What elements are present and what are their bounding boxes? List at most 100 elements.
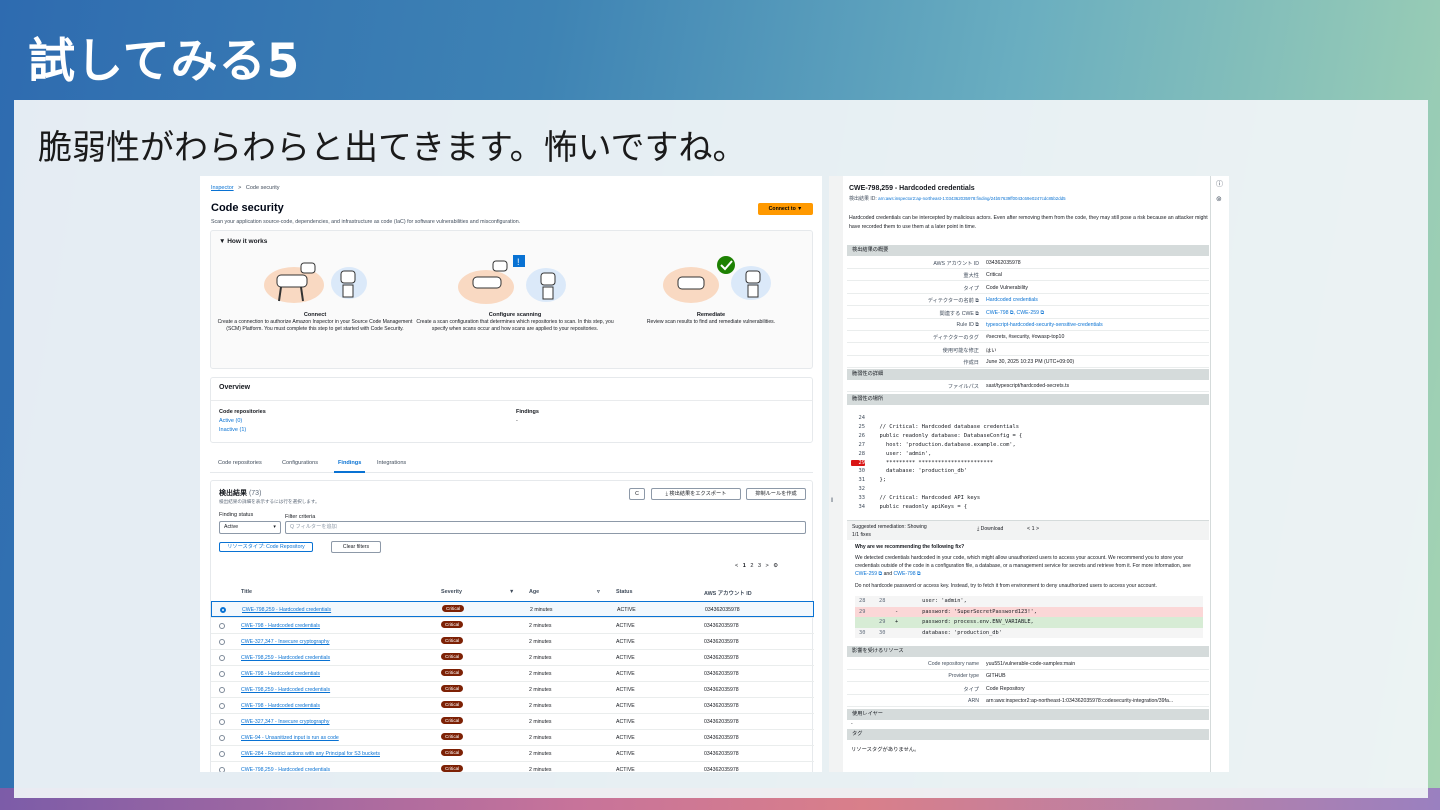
row-select-radio[interactable] [219, 719, 225, 725]
tab-configurations[interactable]: Configurations [282, 460, 318, 466]
step-remediate-title: Remediate [696, 312, 726, 318]
table-row[interactable]: CWE-284 - Restrict actions with any Prin… [211, 745, 814, 761]
sort-icon[interactable]: ▿ [597, 589, 600, 595]
export-findings-button[interactable]: ⤓ 検出結果をエクスポート [651, 488, 741, 500]
summary-value[interactable]: typescript-hardcoded-security-sensitive-… [986, 322, 1103, 328]
inactive-repos-link[interactable]: Inactive (1) [219, 427, 246, 433]
finding-description: Hardcoded credentials can be intercepted… [849, 215, 1208, 231]
refresh-button[interactable]: C [629, 488, 645, 500]
breadcrumb-inspector[interactable]: Inspector [211, 185, 234, 191]
account-cell: 034362035978 [704, 735, 739, 741]
severity-cell: Critical [441, 749, 464, 756]
summary-value: Critical [986, 272, 1002, 279]
divider [211, 400, 812, 401]
severity-cell: Critical [441, 653, 464, 660]
finding-id-value[interactable]: arn:aws:inspector2:ap-northeast-1:034362… [878, 196, 1065, 201]
why-fix-heading: Why are we recommending the following fi… [855, 544, 965, 550]
diff-line: 30 30 database: 'production_db' [855, 627, 1203, 638]
finding-title-link[interactable]: CWE-798,259 - Hardcoded credentials [242, 607, 331, 613]
row-select-radio[interactable] [219, 623, 225, 629]
col-status[interactable]: Status [616, 589, 632, 595]
resource-type-filter-chip[interactable]: リソースタイプ: Code Repository [219, 542, 313, 552]
finding-title-link[interactable]: CWE-327,347 - Insecure cryptography [241, 639, 330, 645]
active-repos-link[interactable]: Active (0) [219, 418, 242, 424]
diff-text: password: process.env.ENV_VARIABLE, [903, 619, 1034, 625]
finding-title-link[interactable]: CWE-798,259 - Hardcoded credentials [241, 655, 330, 661]
gear-icon[interactable]: ⚙ [773, 563, 778, 569]
finding-title-link[interactable]: CWE-798,259 - Hardcoded credentials [241, 767, 330, 772]
summary-value[interactable]: Hardcoded credentials [986, 297, 1038, 303]
info-icon[interactable]: ⓘ [1216, 179, 1223, 189]
table-row[interactable]: CWE-798,259 - Hardcoded credentials Crit… [211, 761, 814, 772]
page-3[interactable]: 3 [758, 563, 761, 569]
severity-cell: Critical [441, 701, 464, 708]
table-row[interactable]: CWE-798 - Hardcoded credentials Critical… [211, 665, 814, 681]
next-page-button[interactable]: > [766, 563, 769, 569]
age-cell: 2 minutes [530, 607, 553, 613]
download-button[interactable]: ⤓ Download [977, 526, 1003, 533]
line-number: 33 [858, 495, 866, 502]
row-select-radio[interactable] [219, 655, 225, 661]
table-row[interactable]: CWE-327,347 - Insecure cryptography Crit… [211, 713, 814, 729]
cwe-259-link[interactable]: CWE-259 ⧉ [855, 571, 882, 577]
prev-page-button[interactable]: < [735, 563, 738, 569]
table-row[interactable]: CWE-798 - Hardcoded credentials Critical… [211, 697, 814, 713]
summary-key: 作成日 [963, 360, 979, 367]
page-1[interactable]: 1 [743, 563, 746, 569]
tab-integrations[interactable]: Integrations [377, 460, 406, 466]
account-cell: 034362035978 [704, 767, 739, 772]
findings-title-text: 検出結果 [219, 490, 247, 497]
account-cell: 034362035978 [704, 703, 739, 709]
filter-input[interactable]: Q フィルターを追加 [285, 521, 806, 534]
table-row[interactable]: CWE-94 - Unsanitized input is run as cod… [211, 729, 814, 745]
drag-handle-icon[interactable]: ‖ [831, 498, 833, 504]
pagination: < 1 2 3 > ⚙ [735, 563, 778, 569]
col-severity[interactable]: Severity [441, 589, 462, 595]
col-age[interactable]: Age [529, 589, 539, 595]
finding-title-link[interactable]: CWE-94 - Unsanitized input is run as cod… [241, 735, 339, 741]
sort-down-icon[interactable]: ▼ [509, 589, 514, 595]
code-line: database: 'production_db' [873, 468, 968, 475]
diff-line: 29 + password: process.env.ENV_VARIABLE, [855, 617, 1203, 628]
summary-value[interactable]: CWE-798 ⧉, CWE-259 ⧉ [986, 310, 1044, 317]
table-row[interactable]: CWE-798,259 - Hardcoded credentials Crit… [211, 601, 814, 617]
table-row[interactable]: CWE-798,259 - Hardcoded credentials Crit… [211, 649, 814, 665]
connect-to-button[interactable]: Connect to ▼ [758, 203, 813, 215]
status-cell: ACTIVE [616, 767, 635, 772]
page-2[interactable]: 2 [750, 563, 753, 569]
finding-detail-screenshot: ‖ CWE-798,259 - Hardcoded credentials 検出… [829, 176, 1229, 772]
col-account[interactable]: AWS アカウント ID [704, 589, 752, 597]
row-select-radio[interactable] [219, 639, 225, 645]
row-select-radio[interactable] [219, 687, 225, 693]
remediation-pager[interactable]: < 1 > [1027, 526, 1039, 532]
row-select-radio[interactable] [219, 751, 225, 757]
severity-badge: Critical [441, 621, 464, 628]
finding-title-link[interactable]: CWE-327,347 - Insecure cryptography [241, 719, 330, 725]
table-row[interactable]: CWE-798,259 - Hardcoded credentials Crit… [211, 681, 814, 697]
row-select-radio[interactable] [220, 607, 226, 613]
table-row[interactable]: CWE-327,347 - Insecure cryptography Crit… [211, 633, 814, 649]
settings-icon[interactable]: ⊚ [1216, 195, 1222, 203]
create-suppression-rule-button[interactable]: 抑制ルールを作成 [746, 488, 806, 500]
clear-filters-button[interactable]: Clear filters [331, 541, 381, 553]
split-handle[interactable]: ‖ [829, 176, 843, 772]
age-cell: 2 minutes [529, 639, 552, 645]
col-title[interactable]: Title [241, 589, 252, 595]
tab-findings[interactable]: Findings [333, 460, 366, 473]
cwe-798-link[interactable]: CWE-798 ⧉ [893, 571, 920, 577]
tab-code-repositories[interactable]: Code repositories [218, 460, 262, 466]
row-select-radio[interactable] [219, 671, 225, 677]
row-select-radio[interactable] [219, 767, 225, 772]
row-select-radio[interactable] [219, 735, 225, 741]
why-fix-body: We detected credentials hardcoded in you… [855, 555, 1191, 570]
finding-title-link[interactable]: CWE-798 - Hardcoded credentials [241, 623, 320, 629]
finding-status-select[interactable]: Active ▾ [219, 521, 281, 534]
finding-title-link[interactable]: CWE-798 - Hardcoded credentials [241, 703, 320, 709]
how-it-works-toggle[interactable]: ▼ How it works [219, 238, 267, 245]
fix-advice-text: Do not hardcode password or access key. … [855, 583, 1158, 589]
finding-title-link[interactable]: CWE-798 - Hardcoded credentials [241, 671, 320, 677]
row-select-radio[interactable] [219, 703, 225, 709]
table-row[interactable]: CWE-798 - Hardcoded credentials Critical… [211, 617, 814, 633]
finding-title-link[interactable]: CWE-798,259 - Hardcoded credentials [241, 687, 330, 693]
finding-title-link[interactable]: CWE-284 - Restrict actions with any Prin… [241, 751, 380, 757]
